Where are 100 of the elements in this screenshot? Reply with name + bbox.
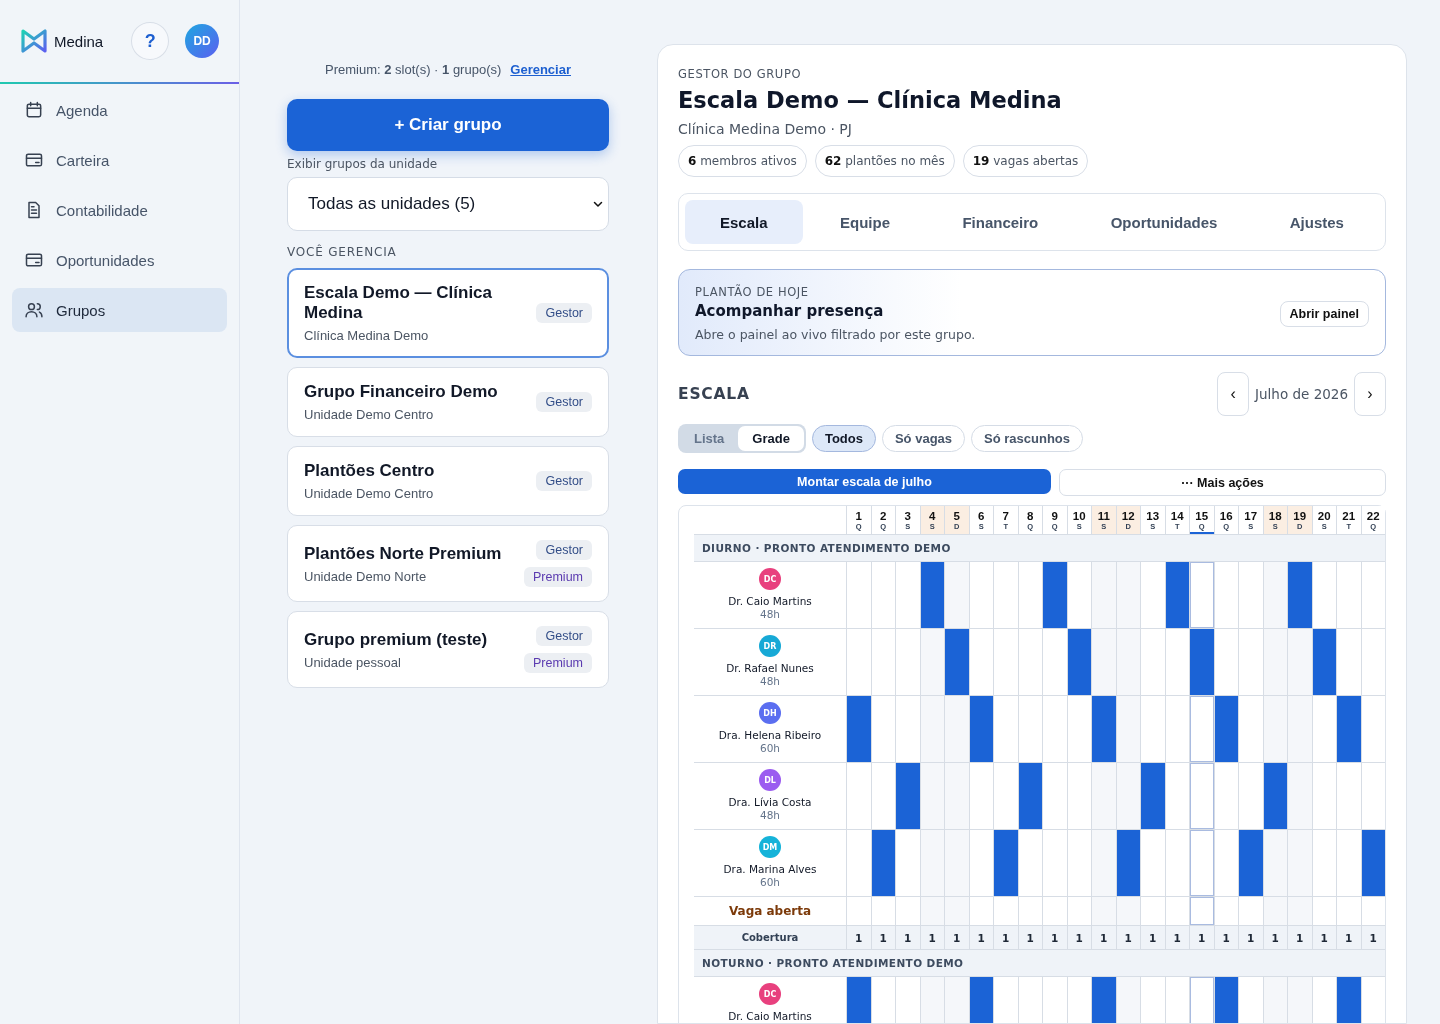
manage-link[interactable]: Gerenciar	[510, 62, 571, 77]
schedule-cell[interactable]	[1091, 562, 1116, 628]
group-card[interactable]: Plantões Norte Premium Unidade Demo Norte Gestor Premium	[287, 525, 609, 602]
shift-block[interactable]	[1115, 830, 1140, 896]
nav-item[interactable]: Contabilidade	[12, 188, 227, 232]
schedule-cell[interactable]	[944, 897, 969, 925]
schedule-cell[interactable]	[1287, 897, 1312, 925]
shift-block[interactable]	[1336, 696, 1361, 762]
member-avatar: DL	[759, 769, 781, 791]
shift-block[interactable]	[1189, 629, 1214, 695]
schedule-cell[interactable]	[1262, 897, 1287, 925]
shift-block[interactable]	[993, 830, 1018, 896]
filter-chip[interactable]: Todos	[811, 425, 876, 452]
schedule-cell[interactable]	[1262, 629, 1287, 695]
schedule-cell[interactable]	[1262, 696, 1287, 762]
schedule-cell[interactable]	[1287, 629, 1312, 695]
schedule-cell[interactable]	[1091, 830, 1116, 896]
nav-item[interactable]: Grupos	[12, 288, 227, 332]
schedule-cell[interactable]	[1287, 763, 1312, 829]
schedule-cell[interactable]	[1189, 696, 1214, 762]
shift-block[interactable]	[1213, 696, 1238, 762]
next-month-button[interactable]: ›	[1354, 372, 1386, 416]
schedule-cell[interactable]	[1189, 763, 1214, 829]
help-button[interactable]: ?	[131, 22, 170, 60]
schedule-cell[interactable]	[944, 696, 969, 762]
shift-block[interactable]	[1287, 562, 1312, 628]
schedule-cell[interactable]	[944, 763, 969, 829]
nav-item[interactable]: Oportunidades	[12, 238, 227, 282]
shift-block[interactable]	[1336, 977, 1361, 1023]
schedule-cell[interactable]	[1115, 897, 1140, 925]
schedule-cell[interactable]	[1115, 763, 1140, 829]
shift-block[interactable]	[1360, 830, 1385, 896]
view-option[interactable]: Grade	[738, 426, 804, 451]
shift-block[interactable]	[895, 763, 920, 829]
tab[interactable]: Financeiro	[927, 200, 1074, 244]
schedule-cell[interactable]	[1262, 830, 1287, 896]
shift-block[interactable]	[1042, 562, 1067, 628]
schedule-cell[interactable]	[944, 562, 969, 628]
schedule-cell[interactable]	[919, 977, 944, 1023]
schedule-cell[interactable]	[1115, 629, 1140, 695]
schedule-cell[interactable]	[1189, 562, 1214, 628]
schedule-cell[interactable]	[1115, 562, 1140, 628]
schedule-cell[interactable]	[1189, 977, 1214, 1023]
shift-block[interactable]	[1091, 977, 1116, 1023]
create-group-button[interactable]: + Criar grupo	[287, 99, 609, 151]
schedule-cell[interactable]	[1091, 897, 1116, 925]
schedule-cell[interactable]	[919, 830, 944, 896]
group-card[interactable]: Plantões Centro Unidade Demo Centro Gestor	[287, 446, 609, 516]
previous-month-button[interactable]: ‹	[1217, 372, 1250, 416]
group-card[interactable]: Grupo Financeiro Demo Unidade Demo Centro Gestor	[287, 367, 609, 437]
group-card[interactable]: Grupo premium (teste) Unidade pessoal Gestor Premium	[287, 611, 609, 688]
role-badge: Gestor	[536, 626, 592, 646]
shift-block[interactable]	[846, 977, 871, 1023]
shift-block[interactable]	[1311, 629, 1336, 695]
tab[interactable]: Oportunidades	[1075, 200, 1253, 244]
shift-block[interactable]	[968, 696, 993, 762]
group-unit: Unidade Demo Centro	[304, 486, 435, 501]
shift-block[interactable]	[1140, 763, 1165, 829]
schedule-cell[interactable]	[1287, 830, 1312, 896]
shift-block[interactable]	[1017, 763, 1042, 829]
schedule-cell[interactable]	[1115, 977, 1140, 1023]
build-schedule-button[interactable]: Montar escala de julho	[678, 469, 1051, 494]
shift-block[interactable]	[870, 830, 895, 896]
shift-block[interactable]	[968, 977, 993, 1023]
schedule-cell[interactable]	[1287, 696, 1312, 762]
shift-block[interactable]	[1091, 696, 1116, 762]
filter-chip[interactable]: Só vagas	[881, 425, 966, 452]
tab[interactable]: Escala	[685, 200, 803, 244]
shift-block[interactable]	[846, 696, 871, 762]
shift-block[interactable]	[1238, 830, 1263, 896]
schedule-cell[interactable]	[1189, 830, 1214, 896]
schedule-cell[interactable]	[1189, 897, 1214, 925]
schedule-cell[interactable]	[1115, 696, 1140, 762]
schedule-cell[interactable]	[919, 763, 944, 829]
nav-item[interactable]: Carteira	[12, 138, 227, 182]
schedule-cell[interactable]	[919, 696, 944, 762]
tab[interactable]: Ajustes	[1254, 200, 1379, 244]
group-card[interactable]: Escala Demo — Clínica Medina Clínica Medina Demo Gestor	[287, 268, 609, 358]
schedule-cell[interactable]	[1262, 562, 1287, 628]
schedule-cell[interactable]	[944, 830, 969, 896]
user-avatar[interactable]: DD	[185, 24, 219, 58]
schedule-cell[interactable]	[1091, 629, 1116, 695]
schedule-cell[interactable]	[1091, 763, 1116, 829]
unit-select[interactable]: Todas as unidades (5)	[287, 177, 609, 231]
nav-item[interactable]: Agenda	[12, 88, 227, 132]
filter-chip[interactable]: Só rascunhos	[971, 425, 1083, 452]
shift-block[interactable]	[1262, 763, 1287, 829]
shift-block[interactable]	[944, 629, 969, 695]
shift-block[interactable]	[919, 562, 944, 628]
schedule-cell[interactable]	[919, 629, 944, 695]
more-actions-button[interactable]: ··· Mais ações	[1059, 469, 1386, 496]
shift-block[interactable]	[1213, 977, 1238, 1023]
schedule-cell[interactable]	[919, 897, 944, 925]
schedule-cell[interactable]	[1262, 977, 1287, 1023]
open-panel-button[interactable]: Abrir painel	[1279, 300, 1369, 327]
tab[interactable]: Equipe	[804, 200, 925, 244]
schedule-cell[interactable]	[944, 977, 969, 1023]
shift-block[interactable]	[1066, 629, 1091, 695]
shift-block[interactable]	[1164, 562, 1189, 628]
schedule-cell[interactable]	[1287, 977, 1312, 1023]
